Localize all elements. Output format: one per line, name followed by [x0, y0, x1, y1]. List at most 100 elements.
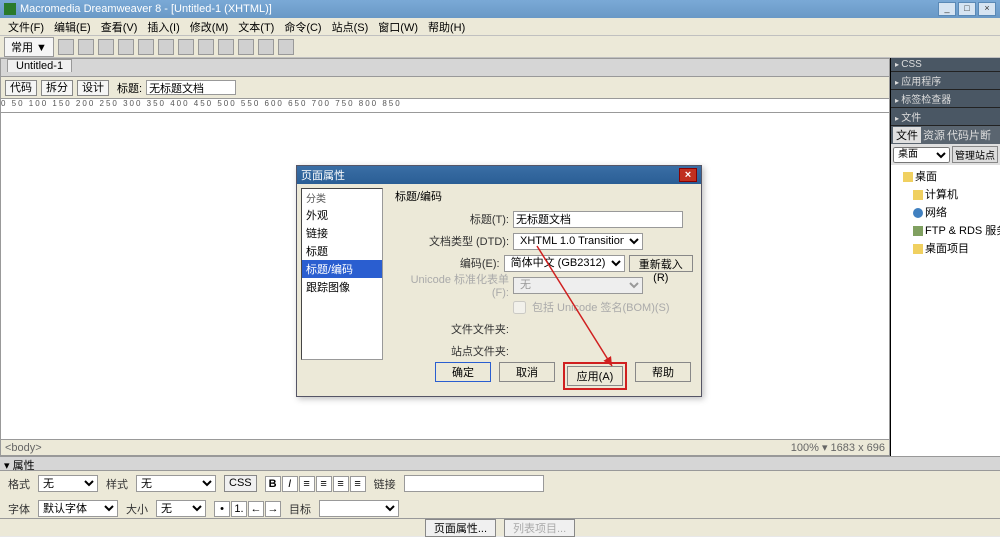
site-select[interactable]: 桌面: [893, 147, 950, 163]
tool-icon[interactable]: [198, 39, 214, 55]
link-label: 链接: [374, 476, 396, 492]
list-items-button[interactable]: 列表项目...: [504, 519, 575, 537]
doc-title-input[interactable]: [146, 80, 236, 95]
apply-button[interactable]: 应用(A): [567, 366, 623, 386]
tree-node[interactable]: FTP & RDS 服务器: [893, 221, 998, 239]
insert-category[interactable]: 常用 ▼: [4, 37, 54, 57]
menu-help[interactable]: 帮助(H): [424, 19, 469, 35]
folder-icon: [903, 172, 913, 182]
panel-application[interactable]: 应用程序: [891, 72, 1000, 90]
list-ul-button[interactable]: •: [214, 501, 230, 517]
files-tab-snippets[interactable]: 代码片断: [947, 127, 991, 143]
files-tab-assets[interactable]: 资源: [923, 127, 945, 143]
dtd-label: 文档类型 (DTD):: [395, 233, 513, 249]
align-center-button[interactable]: ≡: [316, 476, 332, 492]
css-button[interactable]: CSS: [224, 475, 257, 492]
page-properties-button[interactable]: 页面属性...: [425, 519, 496, 537]
close-button[interactable]: ×: [978, 2, 996, 16]
size-select[interactable]: 无: [156, 500, 206, 517]
side-panels: CSS 应用程序 标签检查器 文件 文件 资源 代码片断 桌面 管理站点 桌面 …: [890, 58, 1000, 456]
view-split-button[interactable]: 拆分: [41, 80, 73, 96]
dialog-close-button[interactable]: ×: [679, 168, 697, 182]
target-select[interactable]: [319, 500, 399, 517]
font-label: 字体: [8, 501, 30, 517]
menu-window[interactable]: 窗口(W): [374, 19, 422, 35]
style-select[interactable]: 无: [136, 475, 216, 492]
italic-button[interactable]: I: [282, 476, 298, 492]
tool-icon[interactable]: [218, 39, 234, 55]
align-right-button[interactable]: ≡: [333, 476, 349, 492]
tool-icon[interactable]: [238, 39, 254, 55]
link-input[interactable]: [404, 475, 544, 492]
files-tab-files[interactable]: 文件: [893, 127, 921, 143]
panel-tag-inspector[interactable]: 标签检查器: [891, 90, 1000, 108]
tool-icon[interactable]: [98, 39, 114, 55]
tool-icon[interactable]: [178, 39, 194, 55]
tool-icon[interactable]: [278, 39, 294, 55]
tool-icon[interactable]: [138, 39, 154, 55]
tool-icon[interactable]: [118, 39, 134, 55]
category-title-encoding[interactable]: 标题/编码: [302, 260, 382, 278]
menu-modify[interactable]: 修改(M): [186, 19, 233, 35]
tree-node[interactable]: 计算机: [893, 185, 998, 203]
bottom-action-bar: 页面属性... 列表项目...: [0, 518, 1000, 536]
align-justify-button[interactable]: ≡: [350, 476, 366, 492]
help-button[interactable]: 帮助: [635, 362, 691, 382]
tool-icon[interactable]: [58, 39, 74, 55]
menu-file[interactable]: 文件(F): [4, 19, 48, 35]
menu-commands[interactable]: 命令(C): [280, 19, 325, 35]
font-select[interactable]: 默认字体: [38, 500, 118, 517]
app-icon: [4, 3, 16, 15]
encoding-select[interactable]: 简体中文 (GB2312): [504, 255, 625, 272]
title-input[interactable]: [513, 211, 683, 228]
target-label: 目标: [289, 501, 311, 517]
align-left-button[interactable]: ≡: [299, 476, 315, 492]
properties-header[interactable]: ▾ 属性: [0, 457, 1000, 471]
category-appearance[interactable]: 外观: [302, 206, 382, 224]
document-statusbar: <body> 100% ▾ 1683 x 696: [1, 439, 889, 455]
tree-node[interactable]: 桌面: [893, 167, 998, 185]
zoom-size-info[interactable]: 100% ▾ 1683 x 696: [791, 441, 885, 454]
tool-icon[interactable]: [258, 39, 274, 55]
file-tree[interactable]: 桌面 计算机 网络 FTP & RDS 服务器 桌面项目: [891, 165, 1000, 456]
style-label: 样式: [106, 476, 128, 492]
tree-node[interactable]: 桌面项目: [893, 239, 998, 257]
menu-edit[interactable]: 编辑(E): [50, 19, 95, 35]
site-folder-label: 站点文件夹:: [395, 343, 513, 359]
format-select[interactable]: 无: [38, 475, 98, 492]
minimize-button[interactable]: _: [938, 2, 956, 16]
server-icon: [913, 226, 923, 236]
category-headings[interactable]: 标题: [302, 242, 382, 260]
menu-view[interactable]: 查看(V): [97, 19, 142, 35]
indent-button[interactable]: →: [265, 501, 281, 517]
ok-button[interactable]: 确定: [435, 362, 491, 382]
category-trace-image[interactable]: 跟踪图像: [302, 278, 382, 296]
insert-toolbar: 常用 ▼: [0, 36, 1000, 58]
menu-text[interactable]: 文本(T): [234, 19, 278, 35]
category-list[interactable]: 分类 外观 链接 标题 标题/编码 跟踪图像: [301, 188, 383, 360]
folder-icon: [913, 244, 923, 254]
menu-insert[interactable]: 插入(I): [143, 19, 183, 35]
outdent-button[interactable]: ←: [248, 501, 264, 517]
category-links[interactable]: 链接: [302, 224, 382, 242]
tool-icon[interactable]: [158, 39, 174, 55]
menu-site[interactable]: 站点(S): [328, 19, 373, 35]
manage-sites-button[interactable]: 管理站点: [952, 146, 998, 163]
maximize-button[interactable]: □: [958, 2, 976, 16]
reload-button[interactable]: 重新载入(R): [629, 255, 693, 272]
tag-selector[interactable]: <body>: [5, 442, 42, 454]
panel-css[interactable]: CSS: [891, 58, 1000, 72]
bold-button[interactable]: B: [265, 476, 281, 492]
view-design-button[interactable]: 设计: [77, 80, 109, 96]
tree-node[interactable]: 网络: [893, 203, 998, 221]
dialog-title: 页面属性: [301, 167, 345, 183]
cancel-button[interactable]: 取消: [499, 362, 555, 382]
view-code-button[interactable]: 代码: [5, 80, 37, 96]
section-title: 标题/编码: [395, 188, 693, 204]
globe-icon: [913, 208, 923, 218]
list-ol-button[interactable]: 1.: [231, 501, 247, 517]
document-tab[interactable]: Untitled-1: [7, 59, 72, 72]
panel-files[interactable]: 文件: [891, 108, 1000, 126]
dtd-select[interactable]: XHTML 1.0 Transitional: [513, 233, 643, 250]
tool-icon[interactable]: [78, 39, 94, 55]
